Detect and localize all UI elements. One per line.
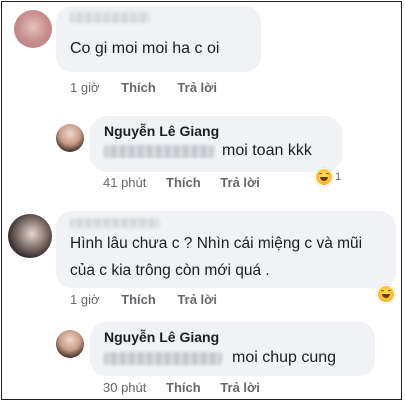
comment-actions: 1 giờ Thích Trả lời [70, 80, 217, 95]
reply-link[interactable]: Trả lời [177, 80, 217, 95]
reply-author[interactable]: Nguyễn Lê Giang [104, 123, 219, 139]
blurred-author-name [70, 218, 160, 228]
laugh-reaction-icon [377, 285, 395, 303]
reply-actions: 41 phút Thích Trả lời [103, 175, 260, 190]
reply-link[interactable]: Trả lời [220, 380, 260, 395]
reply-text: moi toan kkk [222, 142, 312, 159]
like-link[interactable]: Thích [121, 80, 156, 95]
blurred-mention [104, 145, 214, 158]
reply-text: moi chup cung [232, 349, 337, 366]
comment-text-line-2: của c kia trông còn mới quá . [70, 262, 270, 279]
blurred-mention [104, 352, 222, 365]
blurred-author-name [70, 12, 150, 23]
reply-time: 41 phút [103, 175, 147, 190]
reply-link[interactable]: Trả lời [177, 292, 217, 307]
reaction-count: 1 [335, 171, 342, 183]
like-link[interactable]: Thích [121, 292, 156, 307]
comment-text-line-1: Hình lâu chưa c ? Nhìn cái miệng c và mũ… [70, 235, 363, 252]
reply-actions: 30 phút Thích Trả lời [103, 380, 260, 395]
comment-actions: 1 giờ Thích Trả lời [70, 292, 217, 307]
reply-link[interactable]: Trả lời [220, 175, 260, 190]
like-link[interactable]: Thích [166, 380, 201, 395]
like-link[interactable]: Thích [166, 175, 201, 190]
laugh-reaction-icon [315, 168, 333, 186]
reaction-summary[interactable] [377, 285, 395, 303]
reply-author[interactable]: Nguyễn Lê Giang [104, 329, 219, 345]
reply-time: 30 phút [103, 380, 147, 395]
comment-time: 1 giờ [70, 80, 100, 95]
reaction-summary[interactable]: 1 [315, 168, 341, 186]
avatar[interactable] [56, 124, 84, 152]
avatar[interactable] [56, 330, 84, 358]
comment-text: Co gi moi moi ha c oi [70, 40, 220, 57]
avatar[interactable] [14, 10, 52, 48]
comment-time: 1 giờ [70, 292, 100, 307]
avatar[interactable] [8, 214, 52, 258]
